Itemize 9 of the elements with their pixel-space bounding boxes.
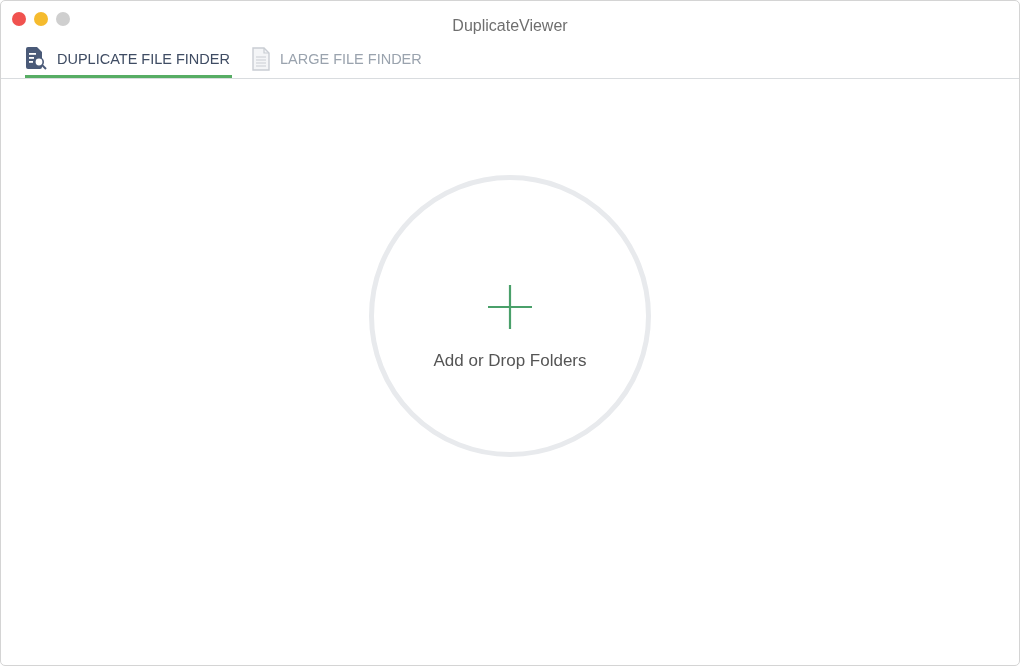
tab[interactable]: DUPLICATE FILE FINDER xyxy=(25,45,232,78)
close-button[interactable] xyxy=(12,12,26,26)
plus-icon xyxy=(488,285,532,329)
minimize-button[interactable] xyxy=(34,12,48,26)
zoom-button[interactable] xyxy=(56,12,70,26)
document-icon xyxy=(251,47,270,71)
window-title: DuplicateViewer xyxy=(452,17,568,35)
document-magnifier-icon xyxy=(25,47,47,71)
add-folders-button[interactable]: Add or Drop Folders xyxy=(369,175,651,457)
